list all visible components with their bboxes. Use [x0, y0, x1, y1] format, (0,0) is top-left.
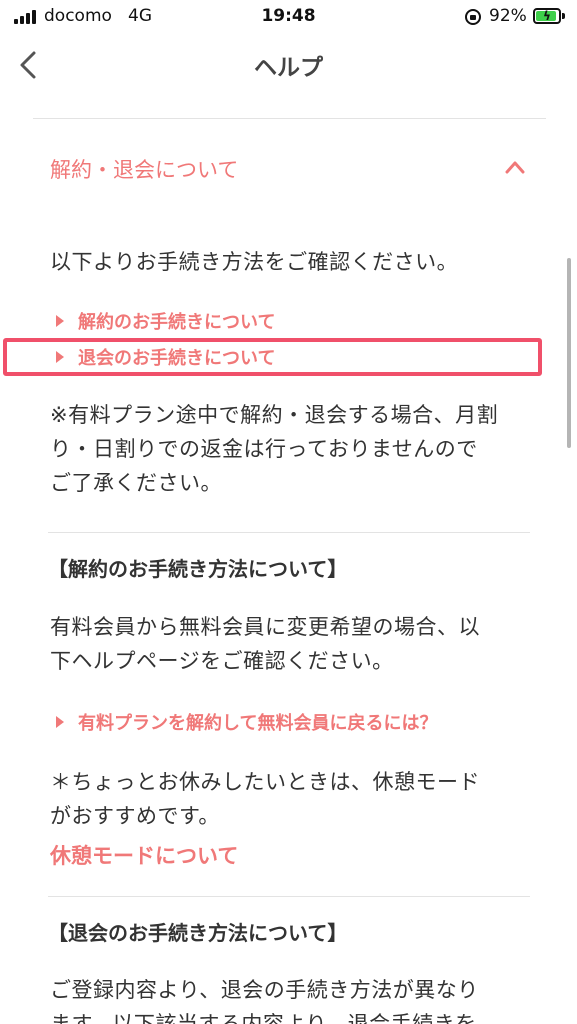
link-label: 解約のお手続きについて — [78, 312, 276, 333]
divider — [33, 118, 546, 119]
withdraw-section-body: ご登録内容より、退会の手続き方法が異なり ます。以下該当する内容より、退会手続き… — [50, 978, 479, 1024]
withdraw-section-heading: 【退会のお手続き方法について】 — [48, 921, 348, 945]
cancel-section-body: 有料会員から無料会員に変更希望の場合、以 下ヘルプページをご確認ください。 — [50, 615, 480, 673]
battery-percent: 92% — [489, 6, 527, 26]
link-cancel-procedure[interactable]: 解約のお手続きについて — [56, 308, 275, 334]
battery-icon: ϟ — [533, 8, 561, 24]
scrollbar[interactable] — [567, 258, 571, 448]
triangle-right-icon — [56, 716, 64, 728]
cancel-section-heading: 【解約のお手続き方法について】 — [48, 557, 348, 581]
link-rest-mode[interactable]: 休憩モードについて — [50, 840, 238, 870]
rest-mode-tip: ＊ちょっとお休みしたいときは、休憩モード がおすすめです。 — [50, 770, 480, 828]
intro-text: 以下よりお手続き方法をご確認ください。 — [50, 250, 459, 274]
highlight-box — [3, 338, 542, 376]
link-downgrade-to-free[interactable]: 有料プランを解約して無料会員に戻るには？ — [56, 709, 437, 735]
link-label: 有料プランを解約して無料会員に戻るには？ — [78, 713, 438, 734]
refund-note: ※有料プラン途中で解約・退会する場合、月割 り・日割りでの返金は行っておりません… — [50, 403, 499, 495]
divider — [48, 896, 530, 897]
triangle-right-icon — [56, 315, 64, 327]
accordion-header[interactable]: 解約・退会について — [33, 140, 546, 200]
divider — [48, 532, 530, 533]
page-title: ヘルプ — [254, 55, 323, 81]
status-bar: docomo 4G 19:48 92% ϟ — [0, 0, 577, 34]
chevron-up-icon — [505, 161, 525, 174]
orientation-lock-icon — [465, 9, 481, 25]
nav-bar: ヘルプ — [0, 34, 577, 96]
battery-cap — [562, 13, 565, 19]
accordion-title: 解約・退会について — [50, 158, 239, 182]
